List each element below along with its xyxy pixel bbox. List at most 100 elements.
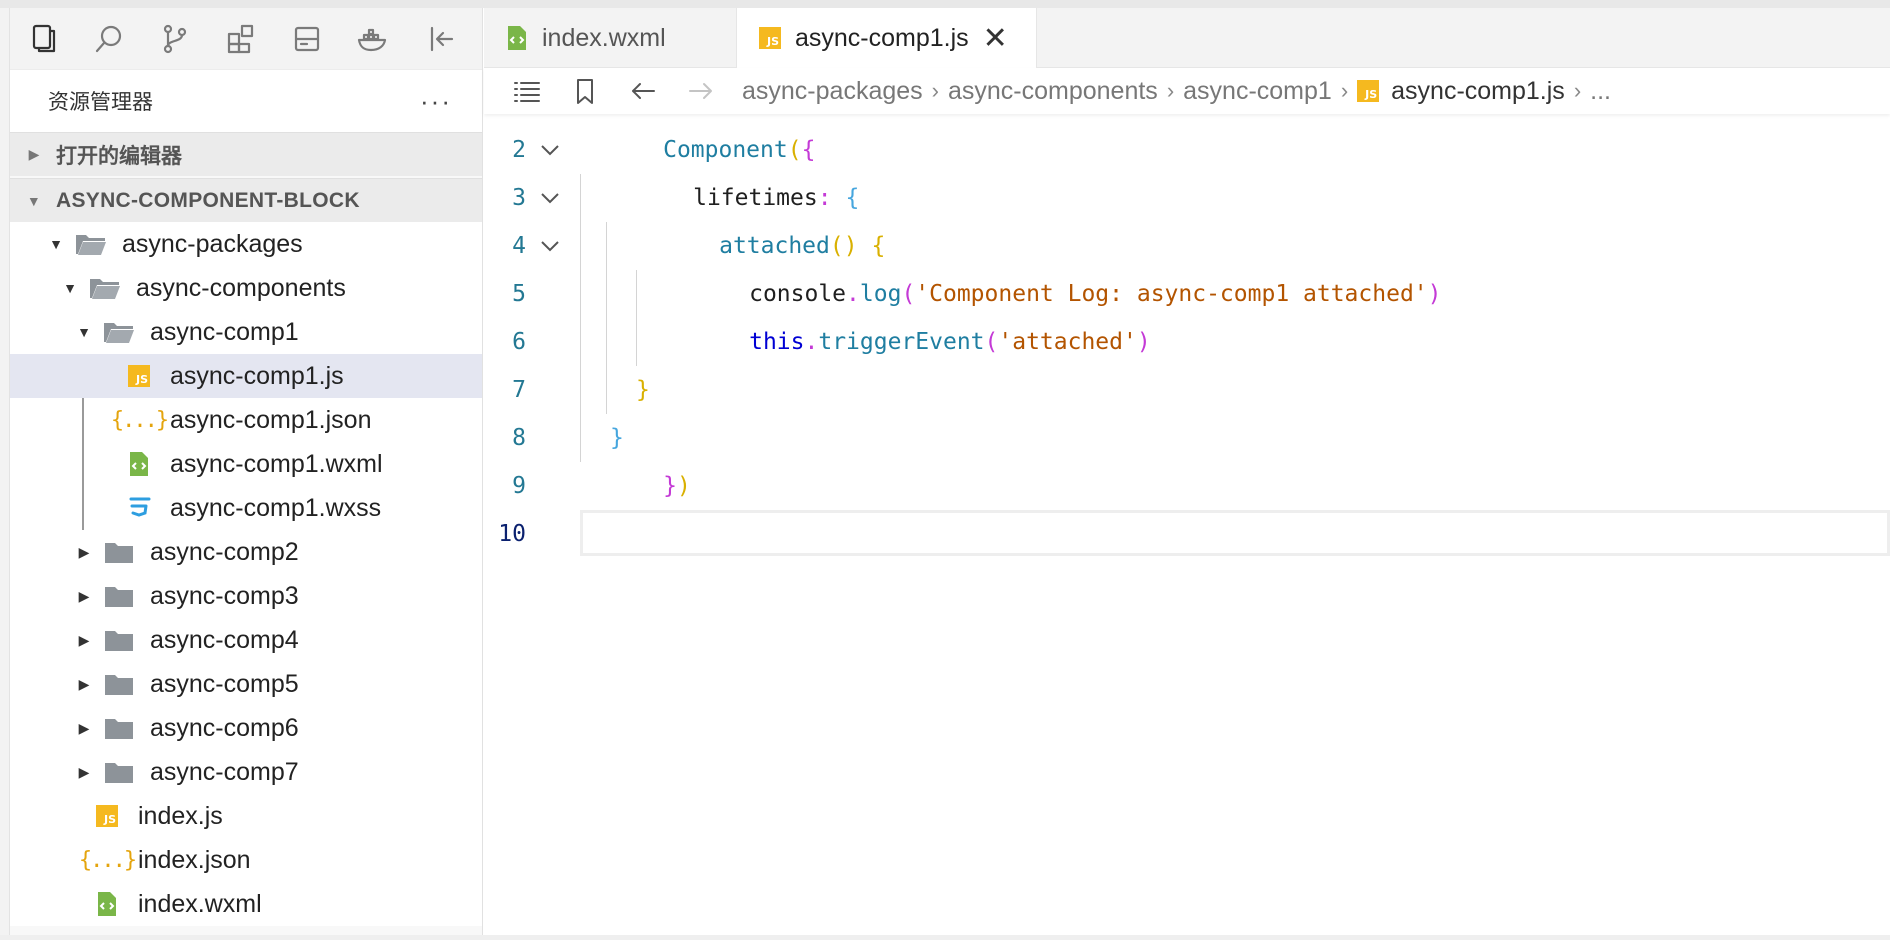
tree-item-async-components[interactable]: ▼ async-components	[10, 266, 482, 310]
tree-item-label: async-comp4	[150, 625, 299, 654]
tab-label: async-comp1.js	[795, 23, 969, 52]
tree-item-label: async-comp1.wxml	[170, 449, 383, 478]
breadcrumb-path: async-packages › async-components › asyn…	[742, 77, 1611, 106]
fold-chevron-icon[interactable]	[540, 138, 560, 158]
tree-item-label: async-comp3	[150, 581, 299, 610]
window-top-strip	[0, 0, 1890, 8]
line-number: 6	[512, 329, 526, 355]
tree-item-async-comp1-wxss[interactable]: async-comp1.wxss	[10, 486, 482, 530]
code-token: )	[1427, 281, 1442, 307]
breadcrumb-item[interactable]: async-components	[948, 77, 1158, 106]
folder-icon	[102, 670, 136, 698]
line-number: 9	[512, 473, 526, 499]
tree-item-async-comp1-js[interactable]: JS async-comp1.js	[10, 354, 482, 398]
folder-open-icon	[88, 274, 122, 302]
chevron-right-icon: ›	[931, 78, 939, 103]
tab-async-comp1-js[interactable]: JS async-comp1.js ✕	[737, 8, 1037, 68]
database-icon[interactable]	[274, 8, 340, 70]
chevron-right-icon: ▶	[28, 146, 40, 162]
project-label: ASYNC-COMPONENT-BLOCK	[56, 188, 360, 212]
project-section[interactable]: ▼ ASYNC-COMPONENT-BLOCK	[10, 178, 482, 222]
code-editor[interactable]: 2 Component({ 3 lifetimes: { 4 attached(…	[484, 126, 1890, 936]
more-actions-button[interactable]: ···	[420, 88, 452, 114]
tree-item-index-js[interactable]: JS index.js	[10, 794, 482, 838]
tree-item-label: index.wxml	[138, 889, 262, 918]
code-line: 9 })	[484, 462, 1890, 510]
tree-item-async-comp2[interactable]: ▶ async-comp2	[10, 530, 482, 574]
breadcrumb-item[interactable]: async-comp1	[1183, 77, 1332, 106]
explorer-icon[interactable]	[10, 8, 76, 70]
code-token: 'attached'	[998, 329, 1137, 355]
chevron-right-icon: ›	[1340, 78, 1349, 103]
tree-item-async-comp5[interactable]: ▶ async-comp5	[10, 662, 482, 706]
code-line: 6 this.triggerEvent('attached')	[484, 318, 1890, 366]
tree-item-async-comp1[interactable]: ▼ async-comp1	[10, 310, 482, 354]
wxml-file-icon	[506, 25, 528, 51]
tree-item-label: async-comp2	[150, 537, 299, 566]
forward-arrow-icon[interactable]	[672, 76, 730, 106]
code-token: }	[636, 377, 650, 403]
tree-item-async-comp1-json[interactable]: {...} async-comp1.json	[10, 398, 482, 442]
fold-chevron-icon[interactable]	[540, 234, 560, 254]
tab-label: index.wxml	[542, 23, 666, 52]
bookmark-icon[interactable]	[556, 76, 614, 106]
code-token: triggerEvent	[818, 329, 985, 355]
tree-item-label: async-comp1	[150, 317, 299, 346]
extensions-icon[interactable]	[208, 8, 274, 70]
docker-icon[interactable]	[340, 8, 406, 70]
tree-item-label: async-comp1.js	[170, 361, 344, 390]
collapse-panel-icon[interactable]	[408, 8, 474, 70]
chevron-right-icon: ›	[1573, 78, 1582, 103]
js-file-icon: JS	[759, 27, 781, 49]
tree-item-label: async-comp5	[150, 669, 299, 698]
fold-chevron-icon[interactable]	[540, 186, 560, 206]
tree-item-index-wxml[interactable]: index.wxml	[10, 882, 482, 926]
file-tree: ▼ async-packages ▼ async-components ▼ as…	[10, 222, 482, 926]
js-file-icon: JS	[90, 802, 124, 830]
folder-icon	[102, 714, 136, 742]
left-edge	[0, 8, 10, 940]
tree-item-label: index.js	[138, 801, 223, 830]
source-control-icon[interactable]	[142, 8, 208, 70]
tree-item-label: async-packages	[122, 229, 303, 258]
tree-item-async-comp4[interactable]: ▶ async-comp4	[10, 618, 482, 662]
chevron-right-icon: ▶	[78, 543, 90, 560]
folder-icon	[102, 758, 136, 786]
tree-item-async-packages[interactable]: ▼ async-packages	[10, 222, 482, 266]
chevron-right-icon: ▶	[78, 587, 90, 604]
folder-icon	[102, 582, 136, 610]
breadcrumb-item[interactable]: async-packages	[742, 77, 923, 106]
code-line: 7 }	[484, 366, 1890, 414]
breadcrumb-item[interactable]: async-comp1.js	[1391, 77, 1565, 106]
tree-item-async-comp3[interactable]: ▶ async-comp3	[10, 574, 482, 618]
chevron-right-icon: ▶	[78, 675, 90, 692]
chevron-down-icon: ▼	[49, 236, 63, 252]
sidebar: 资源管理器 ··· ▶ 打开的编辑器 ▼ ASYNC-COMPONENT-BLO…	[10, 8, 483, 935]
tree-item-label: async-comp1.json	[170, 405, 372, 434]
folder-icon	[102, 538, 136, 566]
code-token: .	[804, 329, 819, 355]
tree-item-label: async-comp6	[150, 713, 299, 742]
line-number: 5	[512, 281, 526, 307]
tree-item-async-comp6[interactable]: ▶ async-comp6	[10, 706, 482, 750]
chevron-right-icon: ▶	[78, 763, 90, 780]
chevron-down-icon: ▼	[77, 324, 91, 340]
close-icon[interactable]: ✕	[983, 21, 1008, 56]
back-arrow-icon[interactable]	[614, 76, 672, 106]
tree-item-index-json[interactable]: {...} index.json	[10, 838, 482, 882]
line-number: 2	[512, 137, 526, 163]
line-number: 8	[512, 425, 526, 451]
search-icon[interactable]	[76, 8, 142, 70]
line-number: 4	[512, 233, 526, 259]
tree-item-label: async-comp1.wxss	[170, 493, 382, 522]
tree-item-async-comp7[interactable]: ▶ async-comp7	[10, 750, 482, 794]
wxml-file-icon	[122, 450, 156, 478]
open-editors-section[interactable]: ▶ 打开的编辑器	[10, 132, 482, 176]
chevron-down-icon: ▼	[26, 192, 42, 209]
outline-list-icon[interactable]	[498, 76, 556, 106]
chevron-right-icon: ›	[1166, 78, 1175, 103]
breadcrumb-item[interactable]: ...	[1590, 77, 1611, 106]
tree-item-async-comp1-wxml[interactable]: async-comp1.wxml	[10, 442, 482, 486]
chevron-right-icon: ▶	[78, 631, 90, 648]
tab-index-wxml[interactable]: index.wxml	[484, 8, 737, 68]
